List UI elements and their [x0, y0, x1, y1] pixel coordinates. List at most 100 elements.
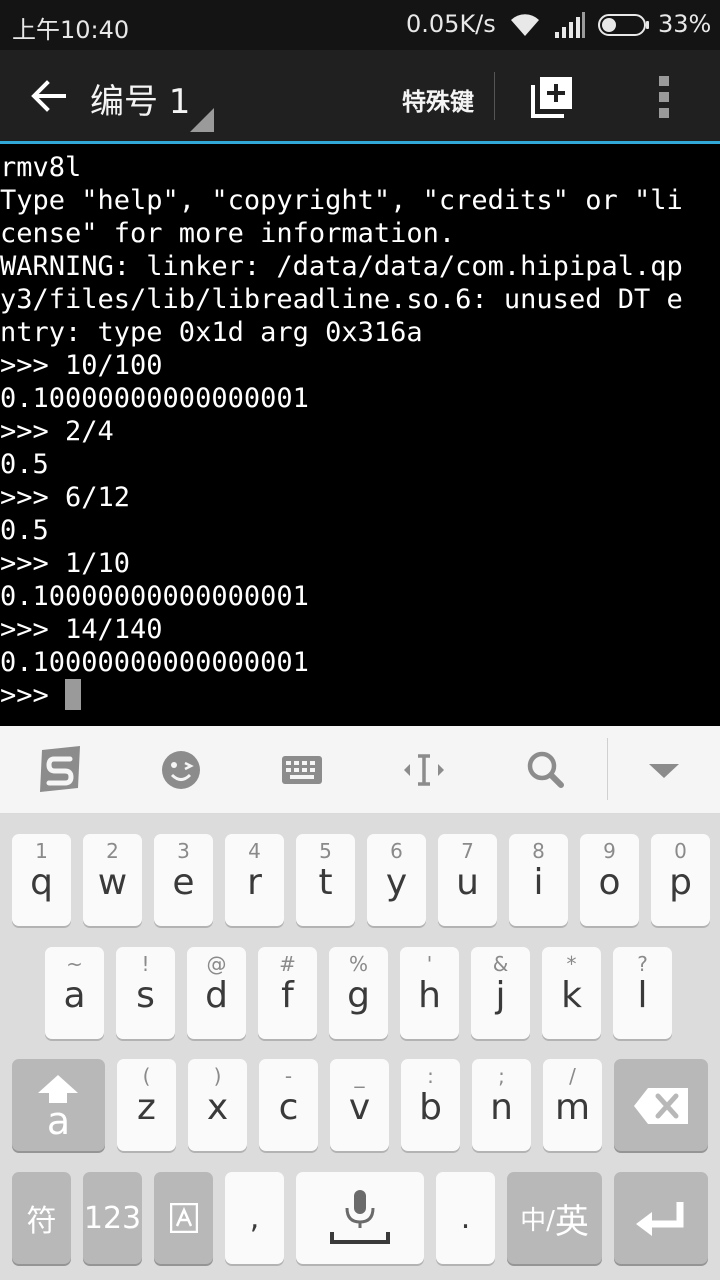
terminal-output[interactable]: rmv8l Type "help", "copyright", "credits… — [0, 144, 720, 726]
terminal-prompt: >>> — [0, 680, 66, 711]
key-hint: ' — [426, 952, 433, 976]
back-arrow-icon[interactable] — [30, 78, 66, 114]
terminal-line: cense" for more information. — [0, 218, 456, 249]
key-letter: q — [30, 862, 53, 903]
key-v[interactable]: _ v — [330, 1059, 389, 1151]
key-hint: ~ — [66, 952, 83, 976]
key-r[interactable]: 4r — [225, 834, 284, 926]
key-y[interactable]: 6y — [367, 834, 426, 926]
key-j[interactable]: & j — [471, 947, 530, 1039]
enter-key[interactable] — [614, 1172, 708, 1264]
key-o[interactable]: 9o — [580, 834, 639, 926]
key-hint: 9 — [603, 839, 616, 863]
language-switch-key[interactable]: 中/英 — [507, 1172, 602, 1264]
battery-icon — [598, 14, 649, 36]
key-c[interactable]: -c — [259, 1059, 318, 1151]
key-s[interactable]: ! s — [116, 947, 175, 1039]
key-h[interactable]: ' h — [400, 947, 459, 1039]
key-hint: ( — [142, 1064, 151, 1088]
key-letter: u — [456, 862, 479, 903]
key-m[interactable]: / m — [543, 1059, 602, 1151]
enter-icon — [636, 1202, 684, 1236]
battery-percent: 33% — [658, 10, 712, 38]
key-hint: @ — [206, 952, 227, 976]
key-hint: _ — [354, 1064, 365, 1088]
key-n[interactable]: ; n — [472, 1059, 531, 1151]
key-hint: 6 — [390, 839, 403, 863]
key-letter: l — [637, 975, 648, 1016]
key-hint: 8 — [532, 839, 545, 863]
numbers-key[interactable]: 123 — [83, 1172, 142, 1264]
terminal-line: 0.5 — [0, 515, 49, 546]
key-g[interactable]: % g — [329, 947, 388, 1039]
key-p[interactable]: 0p — [651, 834, 710, 926]
key-letter: h — [418, 975, 441, 1016]
key-w[interactable]: 2w — [83, 834, 142, 926]
app-bar-divider — [494, 72, 495, 120]
key-hint: 5 — [319, 839, 332, 863]
handwriting-key[interactable] — [154, 1172, 213, 1264]
cursor-move-icon[interactable] — [398, 744, 450, 796]
emoji-icon[interactable] — [155, 744, 207, 796]
key-letter: y — [385, 862, 408, 903]
symbols-key[interactable]: 符 — [12, 1172, 71, 1264]
session-title[interactable]: 编号 1 — [90, 74, 190, 123]
terminal-line: >>> 2/4 — [0, 416, 114, 447]
terminal-line: >>> 1/10 — [0, 548, 131, 579]
period-key[interactable]: . — [436, 1172, 495, 1264]
key-b[interactable]: :b — [401, 1059, 460, 1151]
collapse-keyboard-icon[interactable] — [638, 744, 690, 796]
key-letter: p — [669, 862, 692, 903]
key-f[interactable]: # f — [258, 947, 317, 1039]
terminal-prompt-line[interactable]: >>> — [0, 679, 720, 712]
key-hint: 4 — [248, 839, 261, 863]
key-k[interactable]: * k — [542, 947, 601, 1039]
key-q[interactable]: 1q — [12, 834, 71, 926]
more-options-icon[interactable] — [656, 76, 672, 118]
key-hint: # — [279, 952, 296, 976]
key-t[interactable]: 5t — [296, 834, 355, 926]
keyboard-layout-icon[interactable] — [276, 744, 328, 796]
key-hint: & — [492, 952, 509, 976]
backspace-key[interactable] — [614, 1059, 708, 1151]
key-a[interactable]: ~ a — [45, 947, 104, 1039]
special-keys-button[interactable]: 特殊键 — [402, 82, 474, 117]
key-label: . — [460, 1200, 471, 1236]
comma-key[interactable]: , — [225, 1172, 284, 1264]
key-i[interactable]: 8i — [509, 834, 568, 926]
key-letter: z — [137, 1087, 156, 1128]
key-z[interactable]: (z — [117, 1059, 176, 1151]
key-letter: b — [419, 1087, 442, 1128]
dropdown-triangle-icon[interactable] — [190, 108, 214, 132]
key-d[interactable]: @ d — [187, 947, 246, 1039]
sogou-logo-icon[interactable] — [34, 744, 86, 796]
key-letter: a — [63, 975, 86, 1016]
app-bar: 编号 1 特殊键 — [0, 50, 720, 141]
terminal-line: 0.10000000000000001 — [0, 647, 309, 678]
key-label: 中/英 — [507, 1172, 602, 1264]
key-e[interactable]: 3e — [154, 834, 213, 926]
key-x[interactable]: ) x — [188, 1059, 247, 1151]
key-letter: s — [136, 975, 155, 1016]
soft-keyboard: 1q 2w 3e 4r 5t 6y 7u 8i 9o 0p ~ a ! s @ d #… — [0, 814, 720, 1280]
key-letter: m — [554, 1087, 591, 1128]
shift-key[interactable]: a — [12, 1059, 105, 1151]
terminal-line: y3/files/lib/libreadline.so.6: unused DT… — [0, 284, 683, 315]
terminal-line: 0.5 — [0, 449, 49, 480]
key-label: , — [249, 1200, 260, 1236]
key-hint: ) — [213, 1064, 222, 1088]
search-icon[interactable] — [519, 744, 571, 796]
microphone-icon — [330, 1190, 390, 1244]
terminal-line: Type "help", "copyright", "credits" or "… — [0, 185, 683, 216]
shift-letter: a — [46, 1099, 71, 1143]
terminal-line: >>> 14/140 — [0, 614, 163, 645]
new-window-icon[interactable] — [530, 75, 574, 119]
terminal-line: >>> 6/12 — [0, 482, 131, 513]
terminal-line: rmv8l — [0, 152, 82, 183]
key-u[interactable]: 7u — [438, 834, 497, 926]
key-hint: 1 — [35, 839, 48, 863]
key-l[interactable]: ? l — [613, 947, 672, 1039]
voice-space-key[interactable] — [296, 1172, 424, 1264]
key-letter: k — [561, 975, 582, 1016]
key-letter: v — [348, 1087, 371, 1128]
